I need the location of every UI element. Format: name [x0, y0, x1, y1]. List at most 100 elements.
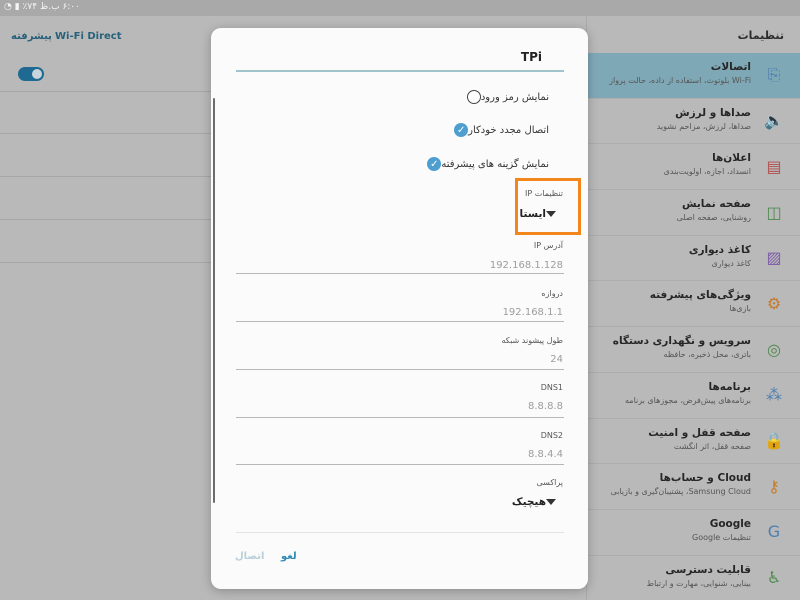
- menu-item-texts: کاغذ دیواری کاغذ دیواری: [591, 244, 751, 268]
- wifi-toggle[interactable]: [18, 67, 44, 81]
- menu-item-subtitle: بازی‌ها: [729, 304, 751, 314]
- check-icon: ✓: [454, 123, 469, 137]
- menu-item-texts: صفحه نمایش روشنایی، صفحه اصلی: [591, 198, 751, 222]
- toggle-knob: [32, 69, 42, 79]
- menu-item-texts: صداها و لرزش صداها، لرزش، مزاحم نشوید: [591, 107, 751, 131]
- menu-item-subtitle: باتری، محل ذخیره، حافظه: [663, 350, 751, 360]
- show-advanced-options-checkbox[interactable]: ✓ نمایش گزینه های پیشرفته: [427, 155, 563, 173]
- menu-item-subtitle: روشنایی، صفحه اصلی: [676, 213, 751, 223]
- dialog-title: TPi: [520, 50, 542, 64]
- dns2-label: DNS2: [540, 431, 563, 440]
- ip-address-field[interactable]: 192.168.1.128: [490, 260, 563, 271]
- prefix-length-field[interactable]: 24: [550, 354, 563, 365]
- checkbox-label: نمایش رمز ورود: [480, 91, 549, 103]
- lock-icon: 🔒: [764, 431, 784, 450]
- apps-icon: ⁂: [766, 385, 782, 405]
- settings-menu-item[interactable]: ▤ اعلان‌ها انسداد، اجازه، اولویت‌بندی: [587, 144, 800, 191]
- ip-settings-dropdown[interactable]: ایستا: [520, 208, 563, 220]
- proxy-dropdown[interactable]: هیچیک: [512, 496, 563, 508]
- accessibility-icon: ♿: [766, 568, 782, 588]
- settings-menu-item[interactable]: ◎ سرویس و نگهداری دستگاه باتری، محل ذخیره،…: [587, 327, 800, 373]
- menu-item-title: صفحه قفل و امنیت: [648, 426, 751, 439]
- ip-settings-label: تنظیمات IP: [525, 189, 563, 198]
- dropdown-arrow-icon: [546, 499, 556, 505]
- menu-item-texts: اتصالات Wi-Fi بلوتوث، استفاده از داده، حا…: [591, 61, 751, 85]
- settings-menu-list: ⎘ اتصالات Wi-Fi بلوتوث، استفاده از داده، ح…: [587, 53, 800, 600]
- field-underline: [236, 464, 564, 465]
- dns1-field[interactable]: 8.8.8.8: [528, 401, 563, 412]
- settings-title: تنظیمات: [737, 29, 784, 42]
- menu-item-title: اعلان‌ها: [712, 152, 751, 165]
- dns2-field[interactable]: 8.8.4.4: [528, 449, 563, 460]
- advanced-link[interactable]: پیشرفته: [11, 31, 52, 42]
- settings-menu-item[interactable]: 🔈 صداها و لرزش صداها، لرزش، مزاحم نشوید: [587, 99, 800, 145]
- notifications-icon: ▤: [766, 156, 782, 176]
- dropdown-arrow-icon: [546, 211, 556, 217]
- checkbox-label: اتصال مجدد خودکار: [468, 124, 549, 136]
- advanced-features-icon: ⚙: [766, 293, 782, 313]
- google-icon: G: [767, 522, 781, 542]
- field-underline: [236, 321, 564, 322]
- field-underline: [236, 369, 564, 370]
- settings-menu-pane: تنظیمات ⎘ اتصالات Wi-Fi بلوتوث، استفاده از…: [586, 16, 800, 600]
- dialog-scrollbar[interactable]: [213, 98, 215, 503]
- menu-item-texts: صفحه قفل و امنیت صفحه قفل، اثر انگشت: [591, 427, 751, 451]
- field-underline: [236, 273, 564, 274]
- menu-item-subtitle: انسداد، اجازه، اولویت‌بندی: [663, 167, 751, 177]
- settings-menu-item[interactable]: 🔒 صفحه قفل و امنیت صفحه قفل، اثر انگشت: [587, 419, 800, 465]
- proxy-value: هیچیک: [511, 496, 546, 508]
- wallpaper-icon: ▨: [766, 248, 782, 268]
- ip-settings-value: ایستا: [519, 208, 546, 220]
- show-password-checkbox[interactable]: نمایش رمز ورود: [466, 88, 563, 106]
- menu-item-texts: سرویس و نگهداری دستگاه باتری، محل ذخیره، …: [591, 335, 751, 359]
- wifi-direct-link[interactable]: Wi-Fi Direct: [55, 31, 122, 42]
- gateway-label: دروازه: [541, 289, 563, 298]
- device-maintenance-icon: ◎: [767, 339, 781, 359]
- settings-menu-item[interactable]: ♿ قابلیت دسترسی بینایی، شنوایی، مهارت و ار…: [587, 556, 800, 600]
- cancel-button[interactable]: لغو: [281, 551, 297, 562]
- menu-item-title: سرویس و نگهداری دستگاه: [612, 335, 751, 348]
- settings-menu-item[interactable]: ⚙ ویژگی‌های پیشرفته بازی‌ها: [587, 281, 800, 328]
- sound-icon: 🔈: [764, 111, 784, 131]
- menu-item-texts: برنامه‌ها برنامه‌های پیش‌فرض، مجوزهای برن…: [591, 381, 751, 405]
- menu-item-texts: Google تنظیمات Google: [591, 518, 751, 542]
- network-settings-dialog: TPi نمایش رمز ورود ✓ اتصال مجدد خودکار ✓…: [211, 28, 588, 589]
- dns1-label: DNS1: [540, 383, 563, 392]
- ip-settings-highlight: [515, 178, 581, 235]
- gateway-field[interactable]: 192.168.1.1: [503, 307, 563, 318]
- settings-menu-item[interactable]: ⎘ اتصالات Wi-Fi بلوتوث، استفاده از داده، ح…: [587, 53, 800, 99]
- settings-menu-item[interactable]: G Google تنظیمات Google: [587, 510, 800, 556]
- checkbox-circle: [466, 90, 481, 104]
- menu-item-subtitle: Samsung Cloud، پشتیبان‌گیری و بازیابی: [610, 487, 751, 497]
- settings-menu-item[interactable]: ⚷ Cloud و حساب‌ها Samsung Cloud، پشتیبان‌گ…: [587, 464, 800, 510]
- settings-menu-item[interactable]: ▨ کاغذ دیواری کاغذ دیواری: [587, 236, 800, 282]
- settings-menu-item[interactable]: ◫ صفحه نمایش روشنایی، صفحه اصلی: [587, 190, 800, 236]
- menu-item-title: قابلیت دسترسی: [665, 563, 751, 576]
- menu-item-subtitle: برنامه‌های پیش‌فرض، مجوزهای برنامه: [625, 395, 751, 405]
- connect-button[interactable]: اتصال: [235, 551, 264, 562]
- menu-item-texts: Cloud و حساب‌ها Samsung Cloud، پشتیبان‌گی…: [591, 472, 751, 496]
- field-underline: [236, 417, 564, 418]
- menu-item-title: صداها و لرزش: [675, 106, 751, 119]
- menu-item-title: Cloud و حساب‌ها: [659, 472, 751, 485]
- menu-item-subtitle: بینایی، شنوایی، مهارت و ارتباط: [646, 578, 751, 588]
- display-icon: ◫: [766, 202, 782, 222]
- menu-item-title: ویژگی‌های پیشرفته: [649, 289, 751, 302]
- menu-item-title: برنامه‌ها: [708, 380, 751, 393]
- cloud-accounts-icon: ⚷: [768, 476, 780, 496]
- ip-address-label: آدرس IP: [533, 241, 563, 250]
- settings-menu-item[interactable]: ⁂ برنامه‌ها برنامه‌های پیش‌فرض، مجوزهای بر…: [587, 373, 800, 419]
- check-icon: ✓: [427, 157, 442, 171]
- footer-divider: [236, 532, 564, 533]
- menu-item-texts: قابلیت دسترسی بینایی، شنوایی، مهارت و ارت…: [591, 564, 751, 588]
- menu-item-subtitle: صفحه قفل، اثر انگشت: [673, 441, 751, 451]
- menu-item-subtitle: Wi-Fi بلوتوث، استفاده از داده، حالت پروا…: [609, 76, 751, 85]
- auto-reconnect-checkbox[interactable]: ✓ اتصال مجدد خودکار: [454, 121, 563, 139]
- menu-item-title: صفحه نمایش: [681, 198, 751, 211]
- status-bar: ۶:۰۰ ب.ظ ۷۴٪ ▮ ◔: [0, 0, 800, 16]
- menu-item-subtitle: کاغذ دیواری: [711, 258, 751, 268]
- menu-item-texts: اعلان‌ها انسداد، اجازه، اولویت‌بندی: [591, 152, 751, 176]
- prefix-length-label: طول پیشوند شبکه: [501, 336, 563, 345]
- menu-item-title: اتصالات: [710, 61, 751, 73]
- menu-item-title: کاغذ دیواری: [688, 243, 751, 256]
